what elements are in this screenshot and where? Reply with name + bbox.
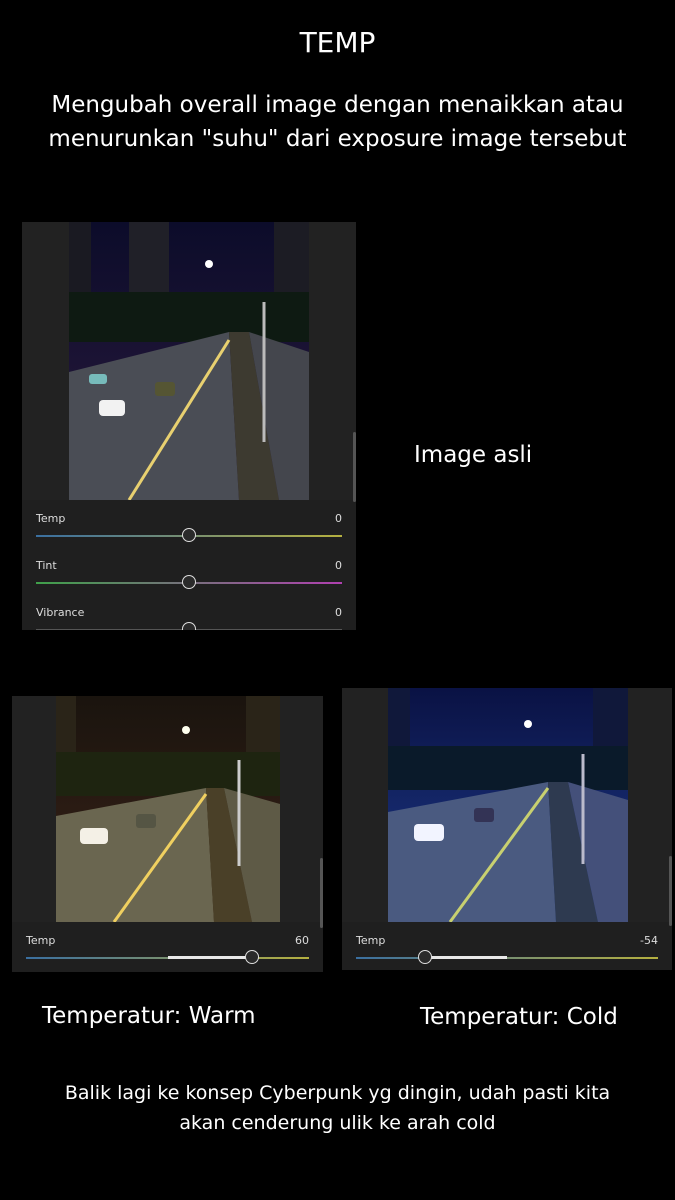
vibrance-slider[interactable]: Vibrance 0 bbox=[36, 606, 342, 630]
scroll-handle[interactable] bbox=[353, 432, 356, 502]
original-caption: Image asli bbox=[414, 442, 533, 468]
vibrance-knob[interactable] bbox=[182, 622, 196, 630]
footer-note: Balik lagi ke konsep Cyberpunk yg dingin… bbox=[64, 1082, 611, 1134]
warm-screenshot: Temp 60 bbox=[12, 696, 323, 972]
cold-temp-slider[interactable]: Temp -54 bbox=[356, 934, 658, 970]
cold-temp-fill bbox=[425, 956, 507, 959]
vibrance-label: Vibrance bbox=[36, 606, 85, 619]
tint-value: 0 bbox=[335, 559, 342, 572]
vibrance-value: 0 bbox=[335, 606, 342, 619]
cold-adjust-panel: Temp -54 bbox=[342, 922, 672, 970]
original-photo bbox=[69, 222, 309, 500]
warm-temp-label: Temp bbox=[26, 934, 56, 947]
tint-slider[interactable]: Tint 0 bbox=[36, 559, 342, 605]
warm-adjust-panel: Temp 60 bbox=[12, 922, 323, 972]
warm-caption: Temperatur: Warm bbox=[42, 1003, 256, 1029]
tint-knob[interactable] bbox=[182, 575, 196, 589]
original-adjust-panel: Temp 0 Tint 0 Vibrance 0 bbox=[22, 500, 356, 630]
warm-temp-value: 60 bbox=[295, 934, 309, 947]
temp-value: 0 bbox=[335, 512, 342, 525]
page-title: TEMP bbox=[299, 26, 376, 59]
cold-temp-track[interactable] bbox=[356, 957, 658, 959]
temp-label: Temp bbox=[36, 512, 66, 525]
cold-temp-value: -54 bbox=[640, 934, 658, 947]
cold-photo bbox=[388, 688, 628, 922]
temp-slider[interactable]: Temp 0 bbox=[36, 512, 342, 558]
warm-temp-fill bbox=[167, 956, 253, 959]
temp-knob[interactable] bbox=[182, 528, 196, 542]
page-subtitle: Mengubah overall image dengan menaikkan … bbox=[48, 92, 627, 152]
cold-caption: Temperatur: Cold bbox=[420, 1004, 618, 1030]
warm-temp-knob[interactable] bbox=[245, 950, 260, 964]
warm-photo bbox=[56, 696, 280, 922]
warm-temp-slider[interactable]: Temp 60 bbox=[26, 934, 309, 972]
original-screenshot: Temp 0 Tint 0 Vibrance 0 bbox=[22, 222, 356, 630]
scroll-handle[interactable] bbox=[320, 858, 323, 928]
cold-temp-knob[interactable] bbox=[418, 950, 433, 964]
cold-temp-label: Temp bbox=[356, 934, 386, 947]
scroll-handle[interactable] bbox=[669, 856, 672, 926]
cold-screenshot: Temp -54 bbox=[342, 688, 672, 970]
tint-label: Tint bbox=[36, 559, 57, 572]
